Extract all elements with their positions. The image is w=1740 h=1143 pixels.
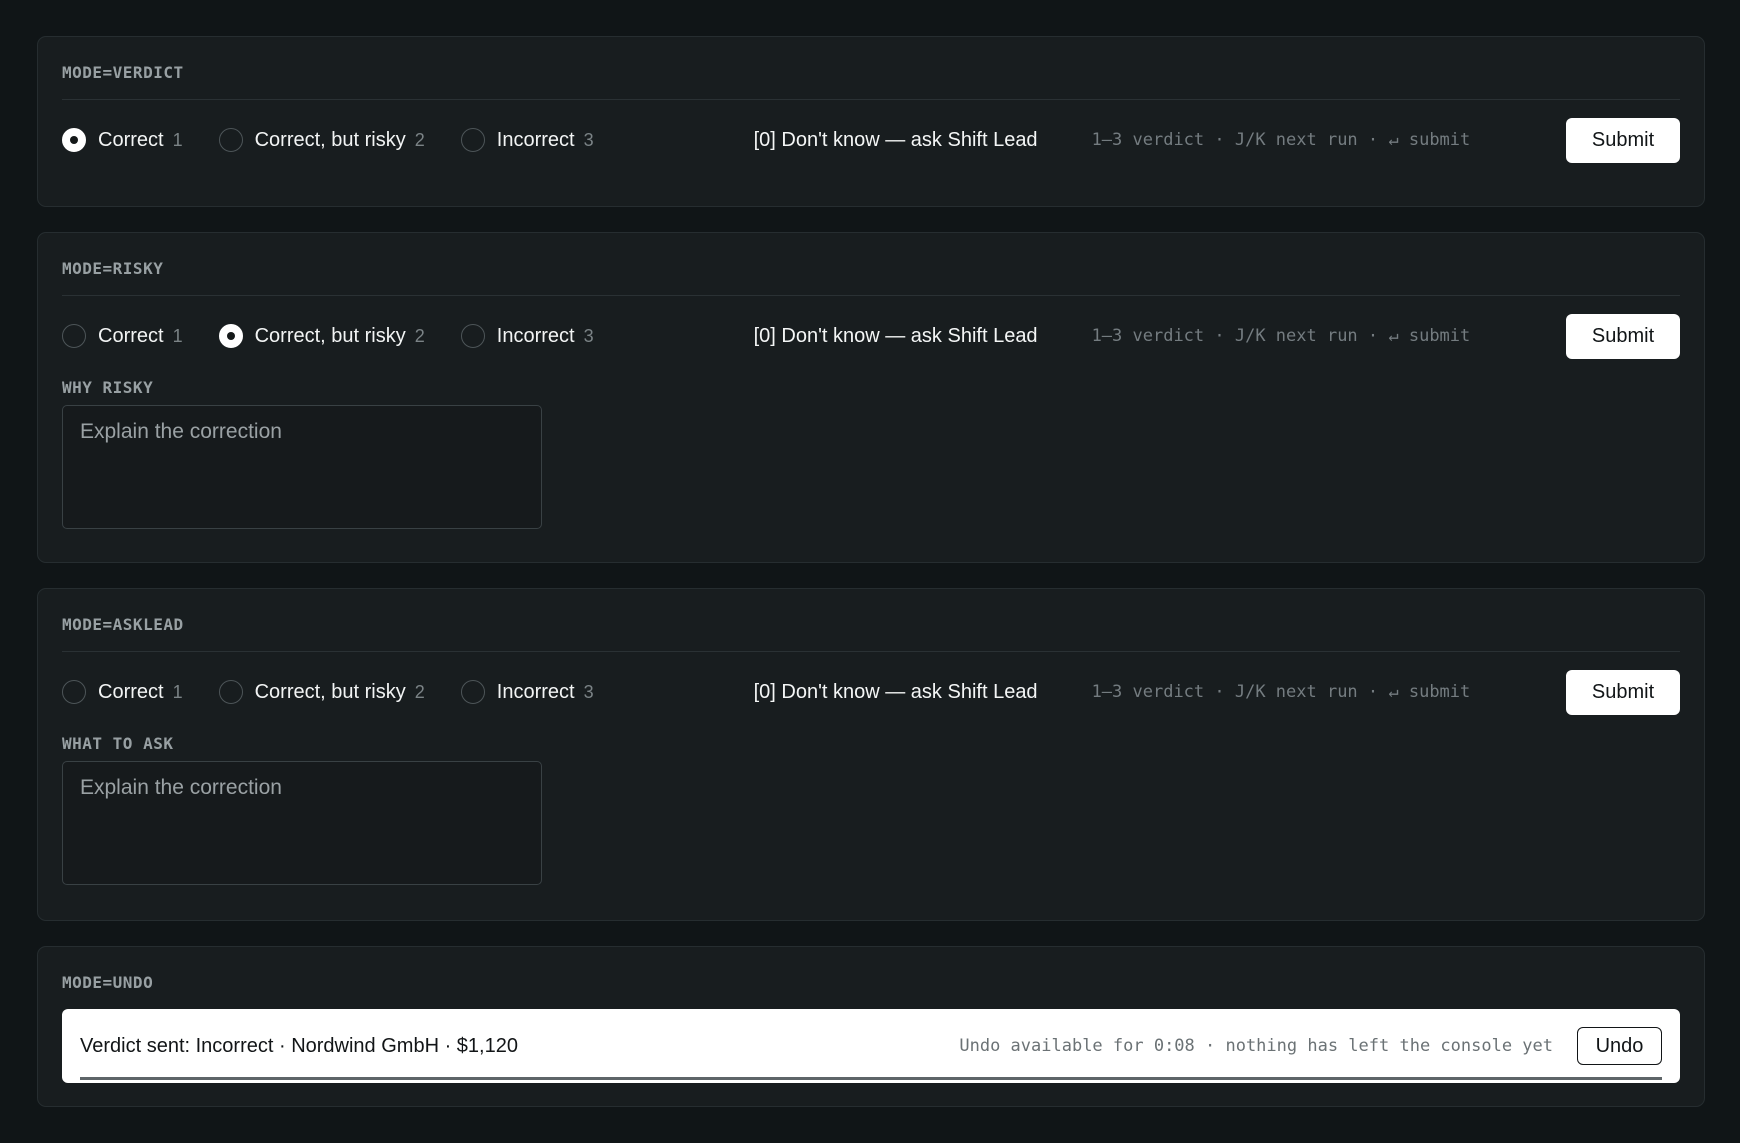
undo-progress-fill <box>80 1077 1662 1080</box>
radio-correct-but-risky[interactable]: Correct, but risky 2 <box>218 128 425 152</box>
radio-empty-icon[interactable] <box>62 324 86 348</box>
radio-label: Correct, but risky <box>254 128 406 151</box>
shortcut-key: 2 <box>414 129 425 150</box>
radio-empty-icon[interactable] <box>218 680 243 704</box>
mode-label: MODE=UNDO <box>62 973 154 992</box>
radio-correct-but-risky[interactable]: Correct, but risky 2 <box>218 324 425 348</box>
verdict-row: Correct 1 Correct, but risky 2 Incorrect… <box>62 100 1680 180</box>
radio-label: Correct, but risky <box>254 324 406 347</box>
radio-label: Incorrect <box>496 680 575 703</box>
mode-label: MODE=RISKY <box>62 233 1680 296</box>
dont-know-option[interactable]: [0] Don't know — ask Shift Lead <box>754 681 1038 704</box>
shortcut-key: 2 <box>414 325 425 346</box>
keyboard-hint: 1–3 verdict · J/K next run · ↵ submit <box>1091 326 1471 346</box>
verdict-panel: MODE=VERDICT Correct 1 Correct, but risk… <box>37 36 1705 207</box>
radio-correct[interactable]: Correct 1 <box>62 680 183 704</box>
keyboard-hint: 1–3 verdict · J/K next run · ↵ submit <box>1091 682 1471 702</box>
dont-know-option[interactable]: [0] Don't know — ask Shift Lead <box>754 325 1038 348</box>
radio-label: Correct <box>98 128 164 151</box>
radio-incorrect[interactable]: Incorrect 3 <box>460 680 594 704</box>
keyboard-hint: 1–3 verdict · J/K next run · ↵ submit <box>1091 130 1471 150</box>
radio-empty-icon[interactable] <box>460 128 485 152</box>
radio-empty-icon[interactable] <box>460 324 485 348</box>
undo-panel: MODE=UNDO Verdict sent: Incorrect · Nord… <box>37 946 1705 1107</box>
undo-toast: Verdict sent: Incorrect · Nordwind GmbH … <box>62 1009 1680 1083</box>
undo-countdown-note: Undo available for 0:08 · nothing has le… <box>959 1036 1553 1056</box>
shortcut-key: 1 <box>172 681 183 702</box>
radio-incorrect[interactable]: Incorrect 3 <box>460 324 594 348</box>
radio-empty-icon[interactable] <box>460 680 485 704</box>
radio-correct[interactable]: Correct 1 <box>62 324 183 348</box>
radio-correct-but-risky[interactable]: Correct, but risky 2 <box>218 680 425 704</box>
verdict-sent-message: Verdict sent: Incorrect · Nordwind GmbH … <box>80 1034 518 1057</box>
submit-button[interactable]: Submit <box>1566 669 1680 715</box>
radio-label: Correct <box>98 680 164 703</box>
radio-empty-icon[interactable] <box>218 128 243 152</box>
verdict-row: Correct 1 Correct, but risky 2 Incorrect… <box>62 652 1680 732</box>
why-risky-textarea[interactable] <box>62 405 542 529</box>
radio-label: Incorrect <box>496 128 575 151</box>
asklead-panel: MODE=ASKLEAD Correct 1 Correct, but risk… <box>37 588 1705 921</box>
mode-label: MODE=ASKLEAD <box>62 589 1680 652</box>
shortcut-key: 3 <box>583 681 594 702</box>
submit-button[interactable]: Submit <box>1566 117 1680 163</box>
undo-progress-track <box>80 1077 1662 1080</box>
undo-button[interactable]: Undo <box>1577 1027 1662 1065</box>
verdict-row: Correct 1 Correct, but risky 2 Incorrect… <box>62 296 1680 376</box>
submit-button[interactable]: Submit <box>1566 313 1680 359</box>
shortcut-key: 3 <box>583 325 594 346</box>
radio-label: Correct, but risky <box>254 680 406 703</box>
risky-panel: MODE=RISKY Correct 1 Correct, but risky … <box>37 232 1705 563</box>
dont-know-option[interactable]: [0] Don't know — ask Shift Lead <box>754 129 1038 152</box>
mode-label: MODE=VERDICT <box>62 37 1680 100</box>
radio-label: Correct <box>98 324 164 347</box>
radio-incorrect[interactable]: Incorrect 3 <box>460 128 594 152</box>
what-to-ask-textarea[interactable] <box>62 761 542 885</box>
radio-label: Incorrect <box>496 324 575 347</box>
shortcut-key: 2 <box>414 681 425 702</box>
radio-selected-icon[interactable] <box>218 324 243 348</box>
shortcut-key: 1 <box>172 129 183 150</box>
shortcut-key: 3 <box>583 129 594 150</box>
radio-empty-icon[interactable] <box>62 680 86 704</box>
radio-selected-icon[interactable] <box>62 128 86 152</box>
what-to-ask-label: WHAT TO ASK <box>62 734 174 753</box>
radio-correct[interactable]: Correct 1 <box>62 128 183 152</box>
shortcut-key: 1 <box>172 325 183 346</box>
why-risky-label: WHY RISKY <box>62 378 154 397</box>
